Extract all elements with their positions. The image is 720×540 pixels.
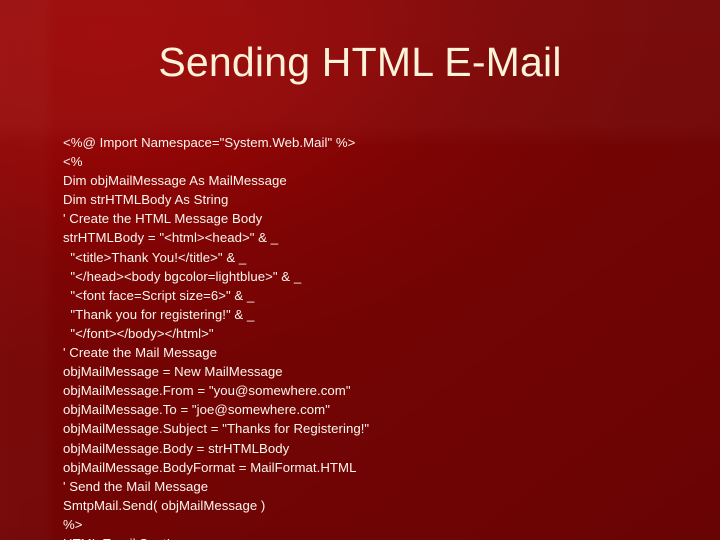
code-line: ' Create the Mail Message bbox=[63, 345, 218, 361]
code-line: "<title>Thank You!</title>" & _ bbox=[63, 249, 247, 265]
code-line: HTML Email Sent! bbox=[63, 534, 663, 540]
code-line: Dim strHTMLBody As String bbox=[63, 192, 229, 208]
code-line: <%@ Import Namespace="System.Web.Mail" %… bbox=[63, 135, 356, 150]
code-line: ' Send the Mail Message bbox=[63, 478, 209, 494]
code-line: objMailMessage.To = "joe@somewhere.com" bbox=[63, 402, 330, 418]
code-block: <%@ Import Namespace="System.Web.Mail" %… bbox=[63, 133, 663, 540]
code-line: "</font></body></html>" bbox=[63, 325, 214, 341]
slide: Sending HTML E-Mail <%@ Import Namespace… bbox=[0, 0, 720, 540]
code-line: Dim objMailMessage As MailMessage bbox=[63, 173, 287, 189]
code-line: objMailMessage.Subject = "Thanks for Reg… bbox=[63, 421, 370, 437]
code-line: objMailMessage.Body = strHTMLBody bbox=[63, 440, 290, 456]
code-line: ' Create the HTML Message Body bbox=[63, 211, 263, 227]
code-line: strHTMLBody = "<html><head>" & _ bbox=[63, 230, 279, 246]
code-line: %> bbox=[63, 516, 83, 532]
code-line: objMailMessage = New MailMessage bbox=[63, 364, 283, 380]
code-line: objMailMessage.BodyFormat = MailFormat.H… bbox=[63, 459, 357, 475]
code-line: SmtpMail.Send( objMailMessage ) bbox=[63, 497, 266, 513]
code-line: "</head><body bgcolor=lightblue>" & _ bbox=[63, 268, 302, 284]
code-line: objMailMessage.From = "you@somewhere.com… bbox=[63, 383, 351, 399]
code-line: "Thank you for registering!" & _ bbox=[63, 306, 255, 322]
slide-title: Sending HTML E-Mail bbox=[158, 39, 562, 85]
code-line: "<font face=Script size=6>" & _ bbox=[63, 287, 255, 303]
code-line: <% bbox=[63, 154, 83, 170]
